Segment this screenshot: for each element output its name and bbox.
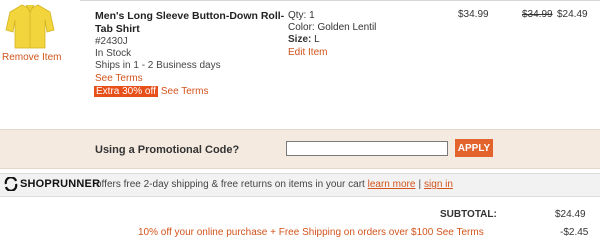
- extra-off-badge: Extra 30% off: [94, 86, 158, 97]
- learn-more-link[interactable]: learn more: [368, 179, 416, 190]
- link-separator: |: [418, 179, 422, 190]
- sign-in-link[interactable]: sign in: [424, 179, 453, 190]
- see-terms-link[interactable]: See Terms: [95, 73, 143, 84]
- shirt-thumbnail[interactable]: [4, 2, 56, 50]
- remove-item-link[interactable]: Remove Item: [2, 52, 61, 63]
- shoprunner-message: offers free 2-day shipping & free return…: [96, 179, 453, 190]
- quantity-text: Qty: 1: [288, 10, 315, 21]
- item-top-divider: [80, 0, 600, 1]
- promo-see-terms-link[interactable]: See Terms: [161, 86, 209, 97]
- offer-see-terms-link[interactable]: See Terms: [436, 227, 484, 238]
- color-text: Color: Golden Lentil: [288, 22, 377, 33]
- edit-item-link[interactable]: Edit Item: [288, 47, 327, 58]
- product-sku: #2430J: [95, 36, 128, 47]
- size-text: Size: L: [288, 34, 320, 45]
- size-label: Size:: [288, 34, 312, 45]
- subtotal-label: SUBTOTAL:: [440, 209, 497, 220]
- product-title[interactable]: Men's Long Sleeve Button-Down Roll-Tab S…: [95, 10, 285, 36]
- item-promo-row: Extra 30% off See Terms: [94, 86, 208, 97]
- unit-price: $34.99: [458, 9, 489, 20]
- subtotal-value: $24.49: [555, 209, 586, 220]
- offer-line: 10% off your online purchase + Free Ship…: [138, 227, 484, 238]
- size-value: L: [314, 34, 320, 45]
- stock-status: In Stock: [95, 48, 132, 59]
- sale-price: $24.49: [557, 9, 588, 20]
- apply-button[interactable]: APPLY: [455, 139, 493, 157]
- promo-code-input[interactable]: [286, 141, 448, 156]
- discount-value: -$2.45: [560, 227, 589, 238]
- promo-code-label: Using a Promotional Code?: [95, 144, 240, 156]
- offer-text: 10% off your online purchase + Free Ship…: [138, 227, 434, 238]
- shipping-estimate: Ships in 1 - 2 Business days: [95, 60, 221, 71]
- shoprunner-logo-icon: [4, 177, 18, 191]
- shoprunner-logo: SHOPRUNNER: [20, 178, 101, 190]
- shoprunner-text: offers free 2-day shipping & free return…: [96, 179, 365, 190]
- original-price: $34.99: [522, 9, 553, 20]
